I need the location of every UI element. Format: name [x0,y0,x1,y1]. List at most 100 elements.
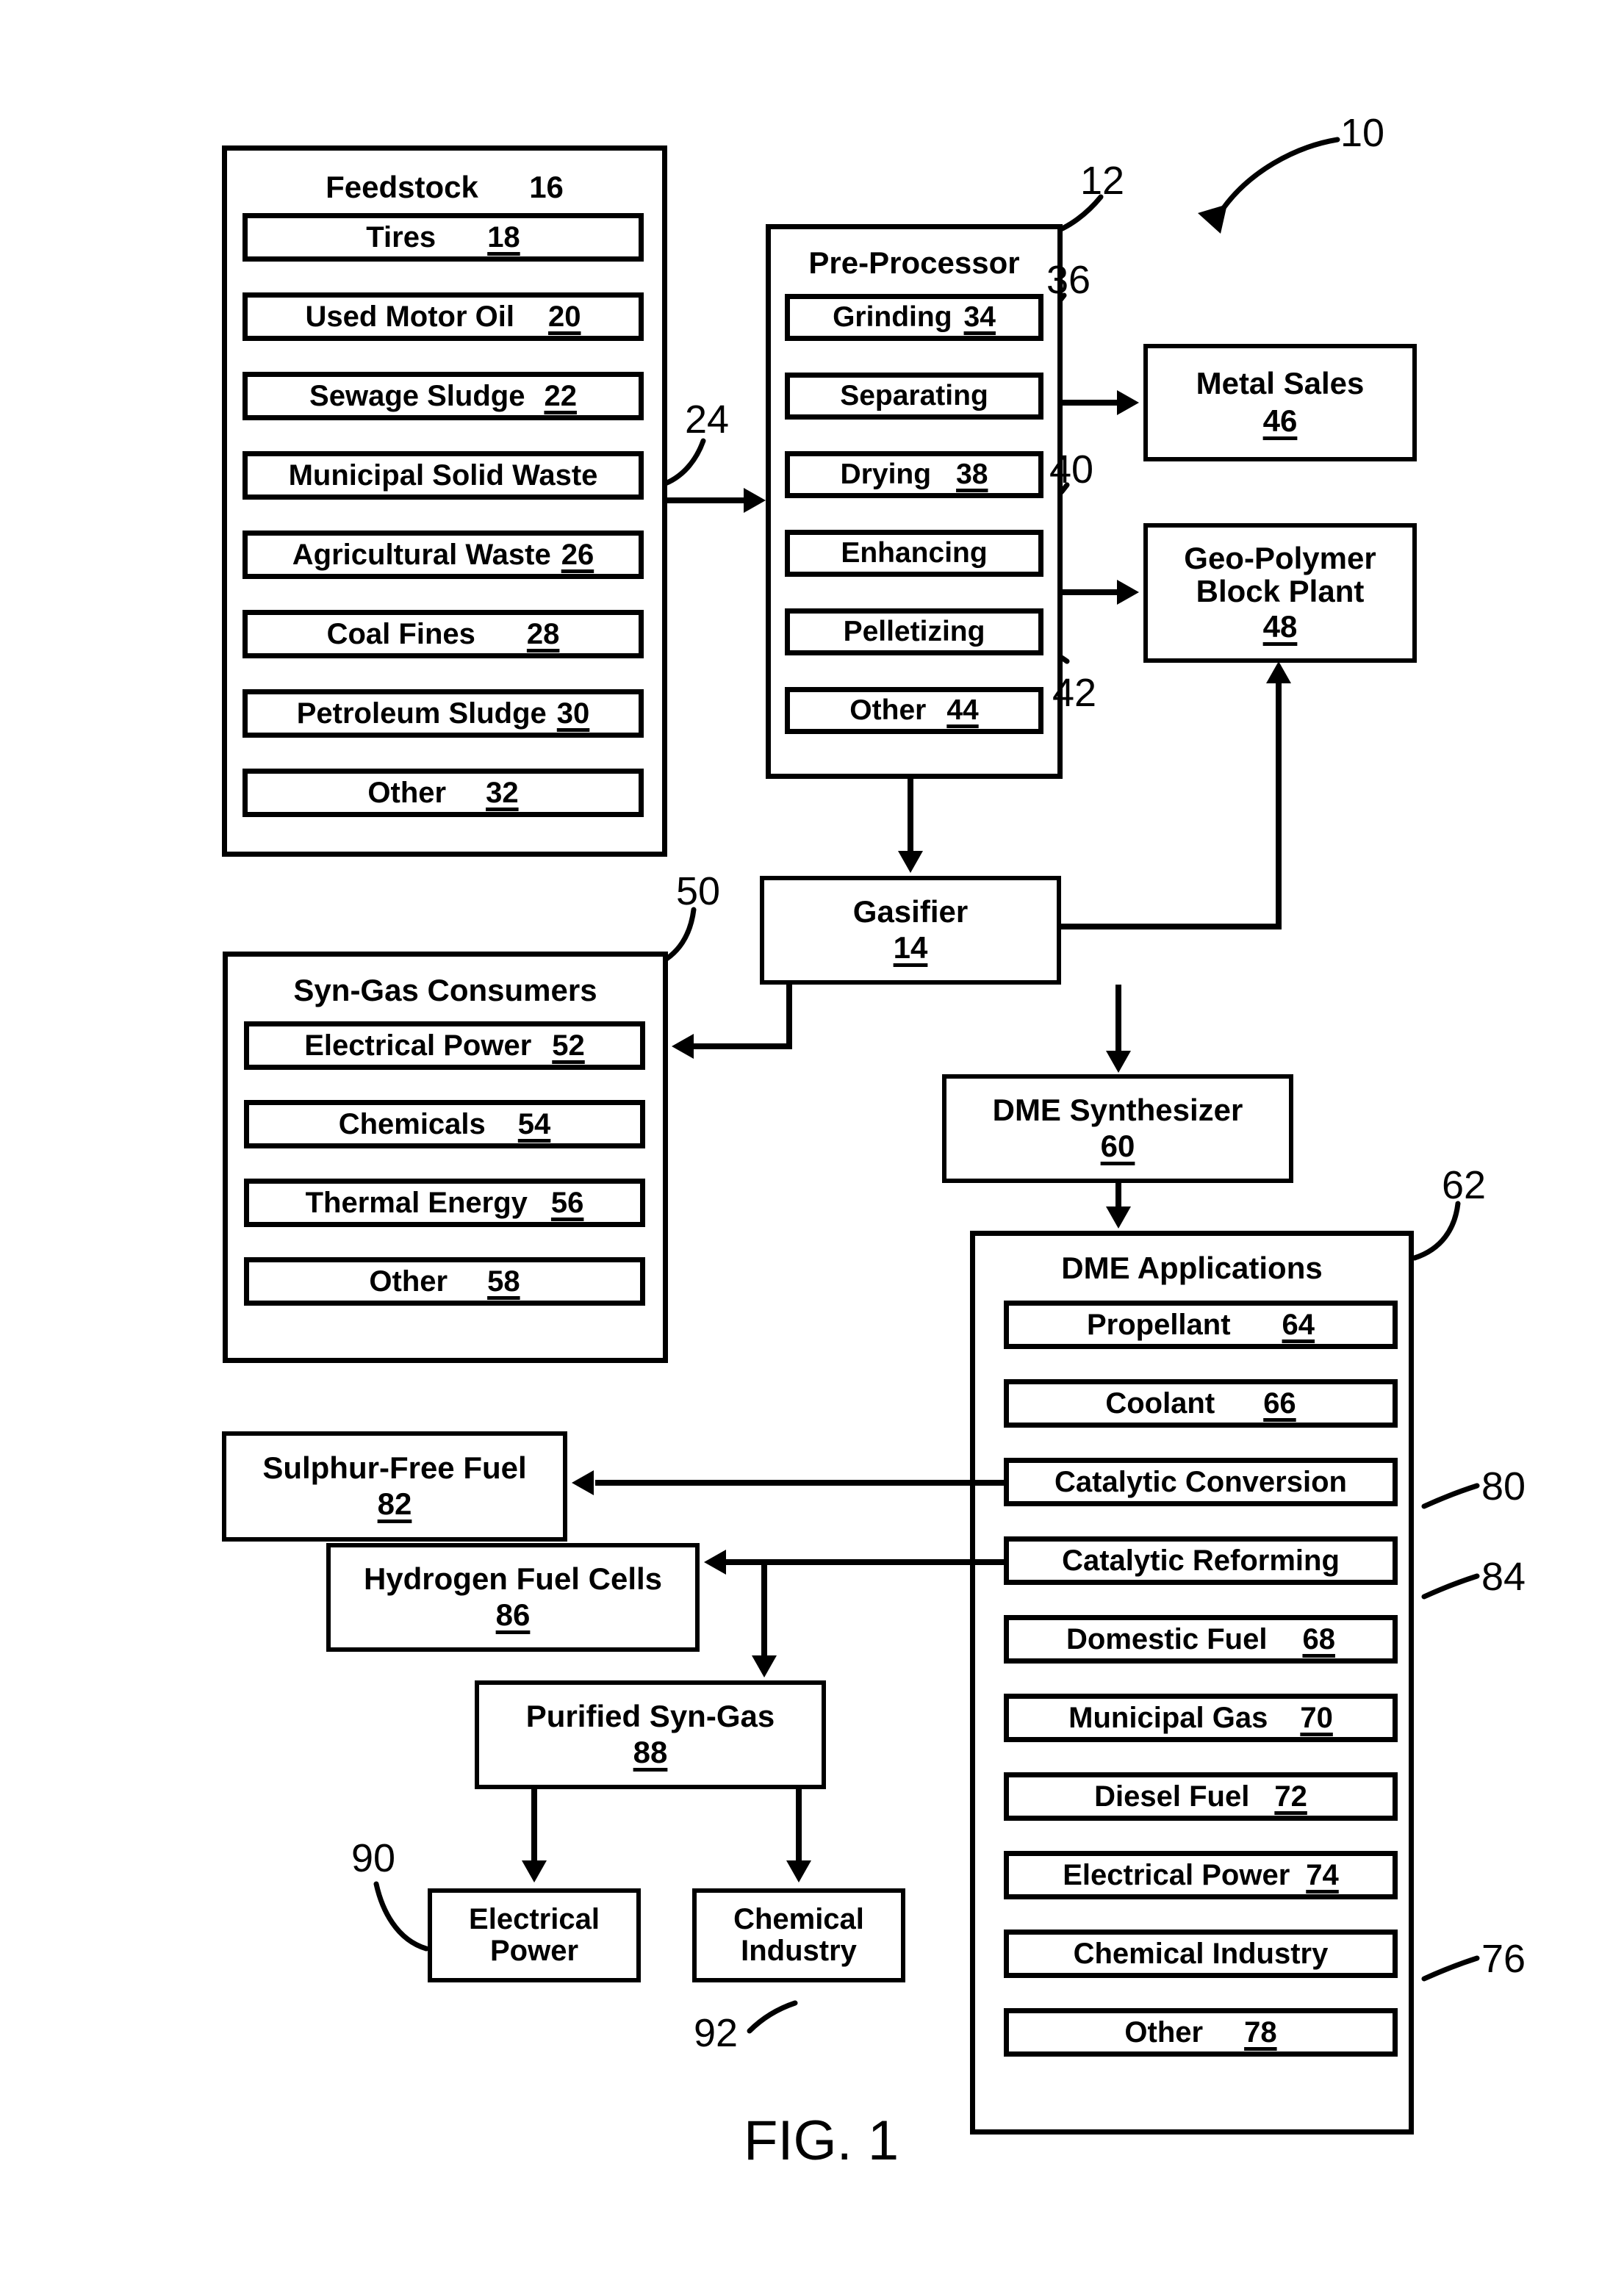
arrow-preprocessor-to-gasifier [898,851,923,873]
dme-item-label: Domestic Fuel [1066,1622,1268,1655]
dme-item-chemical-industry[interactable]: Chemical Industry [1004,1930,1398,1978]
dme-item-label: Propellant [1086,1308,1231,1341]
syngas-consumers-title: Syn-Gas Consumers [293,973,597,1007]
feedstock-item-agricultural-waste[interactable]: Agricultural Waste 26 [242,531,644,579]
connector-gasifier-to-dme-synthesizer [1115,985,1121,1054]
electrical-power-out-box[interactable]: Electrical Power [428,1888,641,1982]
purified-syngas-label: Purified Syn-Gas [525,1699,775,1734]
dme-synthesizer-ref: 60 [1100,1128,1135,1163]
hydrogen-fuel-cells-label: Hydrogen Fuel Cells [363,1561,663,1597]
feedstock-item-label: Other [367,776,447,809]
dme-item-label: Catalytic Reforming [1062,1544,1340,1577]
connector-gasifier-up-to-geopolymer [1276,683,1282,926]
dme-item-domestic-fuel[interactable]: Domestic Fuel 68 [1004,1615,1398,1664]
preprocessor-item-label: Separating [840,380,988,411]
dme-item-catalytic-reforming[interactable]: Catalytic Reforming [1004,1536,1398,1585]
dme-item-ref: 68 [1302,1622,1335,1655]
dme-item-other[interactable]: Other 78 [1004,2008,1398,2057]
chemical-industry-out-label: Chemical Industry [733,1902,864,1967]
sulphur-free-fuel-box[interactable]: Sulphur-Free Fuel 82 [222,1431,567,1542]
preprocessor-title: Pre-Processor [808,245,1020,280]
syngas-item-label: Chemicals [338,1107,486,1140]
syngas-item-thermal-energy[interactable]: Thermal Energy 56 [244,1179,645,1227]
preprocessor-item-label: Other [849,694,927,726]
dme-item-ref: 72 [1274,1780,1307,1813]
purified-syngas-ref: 88 [633,1734,668,1769]
feedstock-item-ref: 18 [487,220,520,253]
ref-24: 24 [685,398,730,442]
preprocessor-item-other[interactable]: Other 44 [785,687,1043,734]
syngas-item-chemicals[interactable]: Chemicals 54 [244,1100,645,1148]
purified-syngas-box[interactable]: Purified Syn-Gas 88 [475,1680,826,1789]
preprocessor-item-label: Enhancing [841,537,988,569]
arrow-catalytic-conversion-to-sulphur-free-fuel [572,1470,594,1495]
syngas-item-ref: 58 [487,1265,520,1298]
arrow-gasifier-to-geopolymer [1266,661,1291,683]
preprocessor-item-label: Pelletizing [843,616,985,647]
preprocessor-item-pelletizing[interactable]: Pelletizing [785,608,1043,655]
ref-42: 42 [1052,671,1097,715]
dme-item-label: Chemical Industry [1073,1937,1329,1970]
dme-applications-title: DME Applications [1061,1251,1323,1285]
dme-item-ref: 70 [1300,1701,1333,1734]
ref-76: 76 [1481,1937,1526,1981]
preprocessor-item-drying[interactable]: Drying 38 [785,451,1043,498]
feedstock-item-label: Coal Fines [326,617,475,650]
hydrogen-fuel-cells-box[interactable]: Hydrogen Fuel Cells 86 [326,1543,700,1652]
feedstock-item-sewage-sludge[interactable]: Sewage Sludge 22 [242,372,644,420]
connector-enhancing-to-geopolymer [1063,589,1118,595]
preprocessor-item-ref: 44 [946,694,979,726]
dme-synthesizer-box[interactable]: DME Synthesizer 60 [942,1074,1293,1183]
syngas-item-label: Electrical Power [304,1029,532,1062]
feedstock-title-row: Feedstock 16 [227,170,662,205]
feedstock-item-ref: 28 [526,617,560,650]
metal-sales-box[interactable]: Metal Sales 46 [1143,344,1417,461]
arrow-catalytic-reforming-to-hydrogen-fuel-cells [704,1550,726,1575]
geo-polymer-block-plant-box[interactable]: Geo-Polymer Block Plant 48 [1143,523,1417,663]
arrow-purified-syngas-to-chemical-industry [786,1860,811,1882]
dme-applications-group: DME Applications [970,1231,1414,2135]
dme-item-electrical-power[interactable]: Electrical Power 74 [1004,1851,1398,1899]
dme-item-label: Coolant [1105,1387,1215,1420]
feedstock-item-used-motor-oil[interactable]: Used Motor Oil 20 [242,292,644,341]
feedstock-item-ref: 32 [486,776,519,809]
dme-item-diesel-fuel[interactable]: Diesel Fuel 72 [1004,1772,1398,1821]
ref-62: 62 [1442,1163,1487,1207]
connector-preprocessor-to-gasifier [908,779,913,852]
feedstock-item-petroleum-sludge[interactable]: Petroleum Sludge 30 [242,689,644,738]
feedstock-item-coal-fines[interactable]: Coal Fines 28 [242,610,644,658]
feedstock-item-municipal-solid-waste[interactable]: Municipal Solid Waste [242,451,644,500]
feedstock-item-ref: 26 [561,538,594,571]
feedstock-item-ref: 30 [556,697,590,730]
metal-sales-label: Metal Sales [1196,366,1365,401]
arrow-gasifier-to-dme-synthesizer [1106,1051,1131,1073]
chemical-industry-out-box[interactable]: Chemical Industry [692,1888,905,1982]
preprocessor-item-enhancing[interactable]: Enhancing [785,530,1043,577]
geo-polymer-ref: 48 [1262,609,1298,644]
feedstock-item-other[interactable]: Other 32 [242,769,644,817]
dme-item-municipal-gas[interactable]: Municipal Gas 70 [1004,1694,1398,1742]
dme-item-label: Catalytic Conversion [1054,1465,1347,1498]
dme-synthesizer-label: DME Synthesizer [992,1093,1243,1128]
dme-item-propellant[interactable]: Propellant 64 [1004,1301,1398,1349]
dme-item-label: Diesel Fuel [1094,1780,1250,1813]
connector-reforming-branch-to-purified-syngas [761,1559,767,1658]
dme-item-ref: 64 [1282,1308,1315,1341]
preprocessor-item-grinding[interactable]: Grinding 34 [785,294,1043,341]
arrow-separating-to-metal-sales [1117,390,1139,415]
sulphur-free-fuel-ref: 82 [377,1486,412,1521]
syngas-item-electrical-power[interactable]: Electrical Power 52 [244,1021,645,1070]
feedstock-item-label: Petroleum Sludge [296,697,547,730]
ref-50: 50 [676,869,721,913]
arrow-dme-synthesizer-to-applications [1106,1206,1131,1229]
syngas-item-other[interactable]: Other 58 [244,1257,645,1306]
dme-item-catalytic-conversion[interactable]: Catalytic Conversion [1004,1458,1398,1506]
feedstock-item-ref: 22 [544,379,577,412]
connector-gasifier-right [1061,924,1282,929]
preprocessor-item-separating[interactable]: Separating [785,373,1043,420]
dme-item-coolant[interactable]: Coolant 66 [1004,1379,1398,1428]
feedstock-item-label: Agricultural Waste [292,538,551,571]
feedstock-item-tires[interactable]: Tires 18 [242,213,644,262]
gasifier-box[interactable]: Gasifier 14 [760,876,1061,985]
feedstock-item-label: Municipal Solid Waste [288,458,598,492]
